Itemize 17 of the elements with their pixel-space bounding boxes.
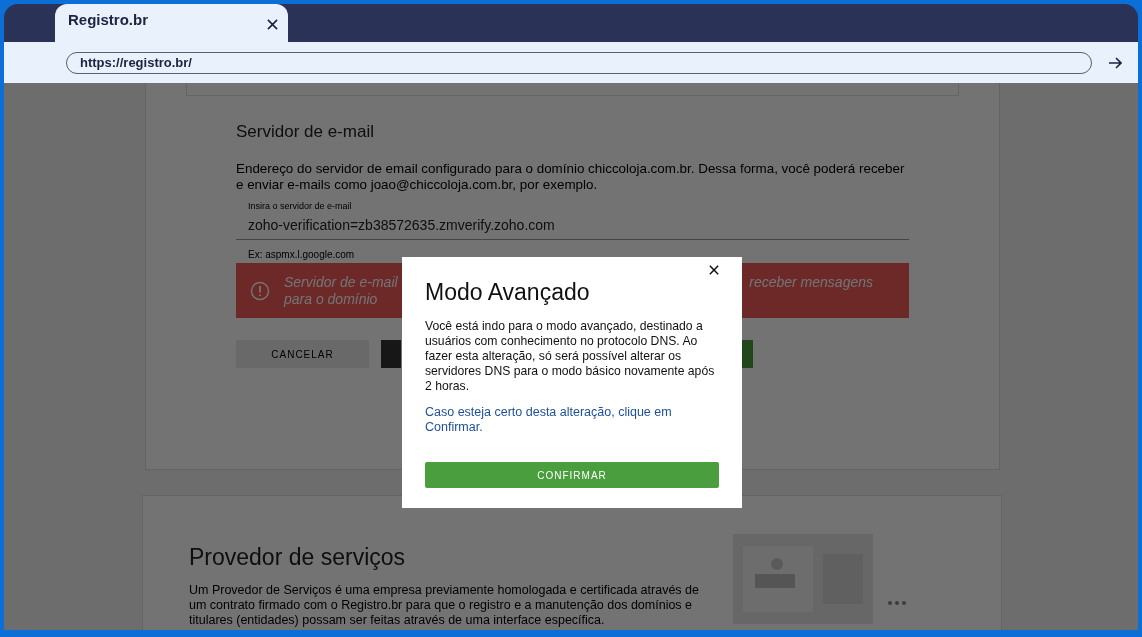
dialog-text: Você está indo para o modo avançado, destinado a usuários com conhecimento no protocolo DNS. Ao fazer esta alteração, só será possível alterar os servidores DNS para o modo básico novamente após 2 horas. xyxy=(425,319,716,394)
input-field[interactable]: Insira o servidor de e-mail zoho-verification=zb38572635.zmverify.zoho.com xyxy=(236,201,909,240)
field-value: zoho-verification=zb38572635.zmverify.zoho.com xyxy=(248,217,556,233)
field-hint: Ex: aspmx.l.google.com xyxy=(247,248,356,260)
description-text: Um Provedor de Serviços é uma empresa previamente homologada e certificada através de um contrato firmado com o Registro.br para que o registro e a manutenção dos domínios e titulares (entidades) possam ser feitas através de uma interface específica. xyxy=(189,583,700,628)
alert-text: receber mensagens xyxy=(749,274,873,290)
description-text: Endereço do servidor de email configurado para o domínio chiccoloja.com.br. Dessa forma, você poderá receber e enviar e-mails como joao@chiccoloja.com.br, por exemplo. xyxy=(236,161,906,193)
dialog-link[interactable]: Caso esteja certo desta alteração, clique em Confirmar. xyxy=(425,405,719,435)
tab-title: Registro.br xyxy=(68,10,148,28)
alert-text: para o domínio xyxy=(284,290,379,308)
dialog-title: Modo Avançado xyxy=(425,279,591,306)
section-title: Provedor de serviços xyxy=(189,544,407,571)
section-title: Servidor de e-mail xyxy=(236,122,375,142)
field-label: Insira o servidor de e-mail xyxy=(248,201,353,211)
browser-tab[interactable]: Registro.br xyxy=(55,4,288,42)
alert-text: Servidor de e-mail xyxy=(284,273,398,291)
cancel-button[interactable]: CANCELAR xyxy=(236,340,369,368)
